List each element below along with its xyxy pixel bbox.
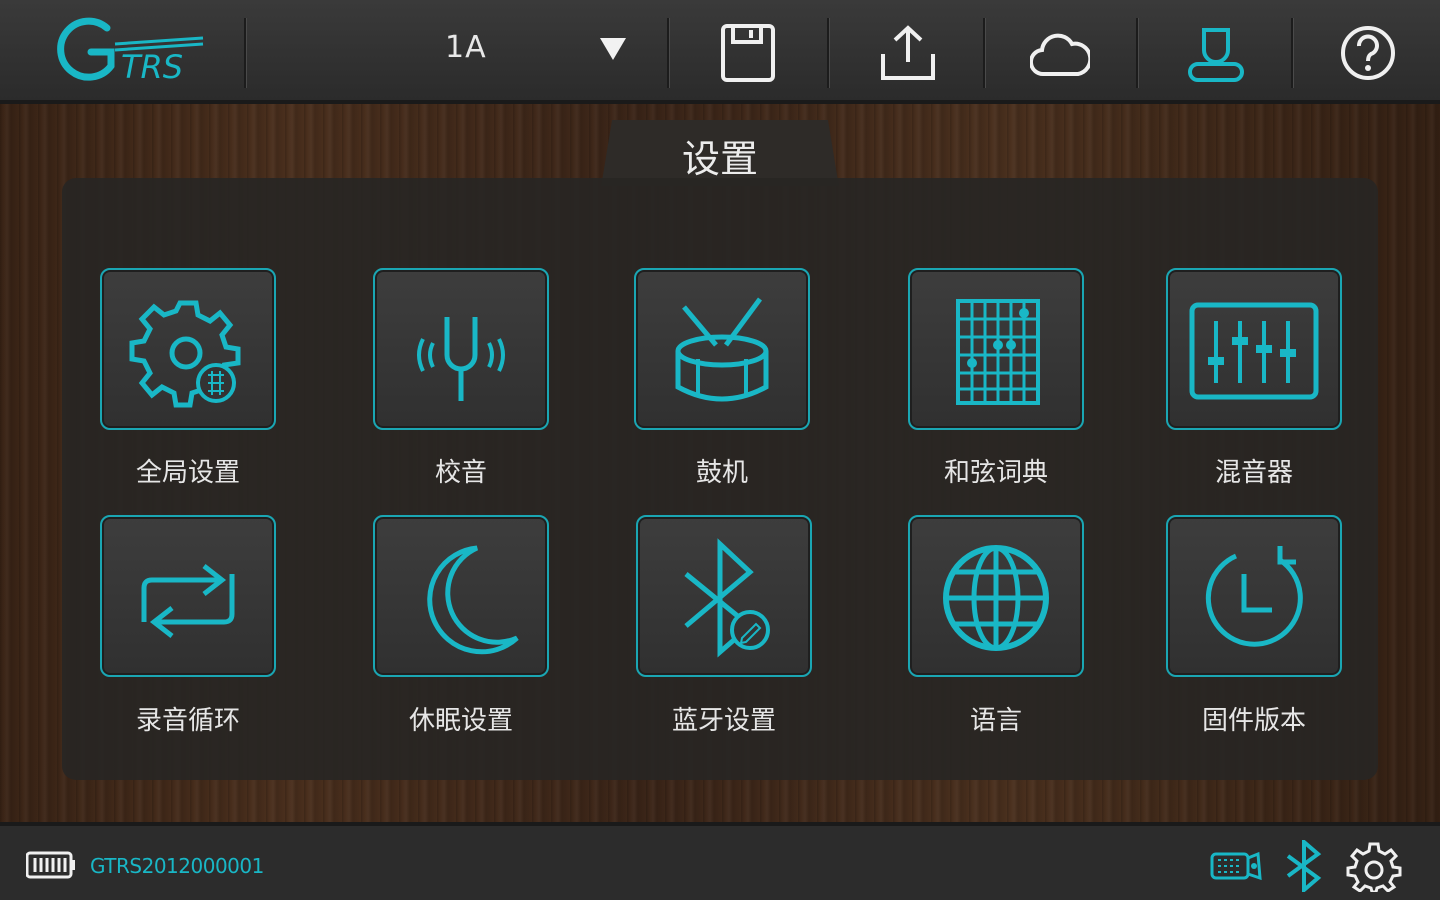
divider	[244, 18, 246, 88]
bluetooth-settings-icon	[684, 538, 770, 658]
menu-label: 固件版本	[1201, 706, 1306, 736]
top-bar: TRS 1A	[0, 0, 1440, 104]
menu-label: 鼓机	[695, 458, 748, 488]
menu-item-record-loop[interactable]	[100, 515, 276, 677]
global-settings-icon	[129, 300, 241, 408]
firmware-clock-icon	[1205, 546, 1303, 647]
menu-label: 校音	[434, 458, 487, 488]
bluetooth-icon[interactable]	[1282, 840, 1328, 892]
preset-dropdown-arrow[interactable]	[600, 38, 626, 60]
help-icon[interactable]	[1338, 22, 1398, 84]
menu-item-drum-machine[interactable]	[634, 268, 810, 430]
divider	[827, 18, 829, 88]
divider	[1136, 18, 1138, 88]
bottom-status-bar: GTRS2012000001	[0, 822, 1440, 900]
preset-selector-label[interactable]: 1A	[445, 30, 487, 65]
divider	[667, 18, 669, 88]
battery-icon	[26, 851, 75, 879]
menu-item-sleep-settings[interactable]	[373, 515, 549, 677]
divider	[983, 18, 985, 88]
menu-item-language[interactable]	[908, 515, 1084, 677]
menu-label: 录音循环	[135, 706, 240, 736]
device-id: GTRS2012000001	[90, 854, 264, 878]
menu-item-tuner[interactable]	[373, 268, 549, 430]
mixer-icon	[1189, 302, 1319, 400]
settings-gear-icon[interactable]	[1346, 840, 1402, 892]
menu-label: 蓝牙设置	[671, 706, 776, 736]
save-icon[interactable]	[718, 22, 778, 84]
upload-icon[interactable]	[878, 22, 938, 84]
menu-label: 混音器	[1214, 458, 1293, 488]
menu-label: 休眠设置	[408, 706, 513, 736]
svg-text:TRS: TRS	[121, 48, 183, 86]
menu-item-bluetooth-settings[interactable]	[636, 515, 812, 677]
drum-icon	[675, 297, 769, 402]
guitar-connection-icon[interactable]	[1208, 840, 1264, 892]
globe-icon	[943, 545, 1049, 651]
page-title: 设置	[681, 137, 758, 181]
menu-item-mixer[interactable]	[1166, 268, 1342, 430]
menu-label: 语言	[969, 706, 1022, 736]
menu-label: 和弦词典	[943, 458, 1048, 488]
menu-label: 全局设置	[135, 458, 240, 488]
user-icon[interactable]	[1186, 22, 1246, 84]
gtrs-logo: TRS	[57, 17, 204, 86]
divider	[1291, 18, 1293, 88]
menu-item-chord-dictionary[interactable]	[908, 268, 1084, 430]
cloud-icon[interactable]	[1030, 22, 1090, 84]
chord-chart-icon	[956, 299, 1040, 405]
tuning-fork-icon	[417, 317, 505, 401]
menu-item-global-settings[interactable]	[100, 268, 276, 430]
loop-icon	[141, 564, 235, 638]
moon-icon	[427, 545, 519, 655]
menu-item-firmware-version[interactable]	[1166, 515, 1342, 677]
